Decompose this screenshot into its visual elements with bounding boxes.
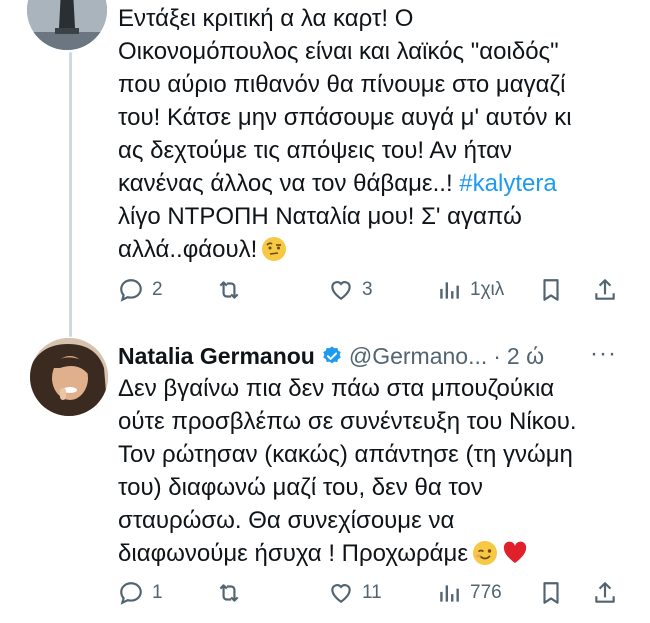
thread-connector-line [69, 52, 72, 337]
like-button[interactable]: 3 [328, 277, 373, 303]
views-button[interactable]: 776 [436, 580, 502, 606]
retweet-button[interactable] [216, 277, 250, 303]
avatar[interactable] [27, 0, 107, 50]
author-handle[interactable]: @Germano... [349, 341, 487, 371]
share-icon [595, 279, 615, 300]
reply-icon [120, 279, 142, 302]
more-options-button[interactable]: ··· [590, 340, 617, 368]
tweet-actions: 1 11 776 [118, 578, 618, 608]
reply-button[interactable]: 1 [118, 580, 163, 606]
avatar-natalia-germanou[interactable] [30, 338, 108, 416]
bookmark-icon [543, 279, 559, 301]
bookmark-icon [543, 582, 559, 604]
retweet-icon [219, 584, 239, 602]
tweet-header: Natalia Germanou @Germano... · 2 ώ [118, 341, 544, 371]
heart-icon [331, 281, 351, 300]
tweet-text: Εντάξει κριτική α λα καρτ! Ο Οικονομόπου… [118, 5, 572, 263]
retweet-icon [219, 281, 239, 299]
share-button[interactable] [592, 277, 618, 303]
like-button[interactable]: 11 [328, 580, 382, 606]
bookmark-button[interactable] [538, 277, 564, 303]
share-button[interactable] [592, 580, 618, 606]
hashtag-link[interactable]: #kalytera [459, 170, 556, 197]
tweet-actions: 2 3 1χιλ [118, 275, 618, 305]
tweet-text: Δεν βγαίνω πια δεν πάω στα μπουζούκια ού… [118, 375, 577, 567]
retweet-button[interactable] [216, 580, 250, 606]
verified-badge-icon [323, 346, 341, 364]
author-name[interactable]: Natalia Germanou [118, 341, 315, 371]
winking-face-emoji [473, 541, 498, 565]
reply-icon [120, 582, 142, 605]
heart-icon [331, 584, 351, 603]
avatar-statue-image [27, 0, 107, 50]
views-chart-icon [440, 282, 459, 299]
bookmark-button[interactable] [538, 580, 564, 606]
separator-dot: · [493, 343, 501, 369]
avatar-photo [30, 338, 108, 416]
views-chart-icon [440, 585, 459, 602]
share-icon [595, 582, 615, 603]
raised-eyebrow-emoji [262, 237, 287, 261]
reply-button[interactable]: 2 [118, 277, 163, 303]
views-button[interactable]: 1χιλ [436, 277, 504, 303]
tweet-timestamp[interactable]: 2 ώ [507, 341, 544, 371]
red-heart-emoji [503, 541, 527, 563]
